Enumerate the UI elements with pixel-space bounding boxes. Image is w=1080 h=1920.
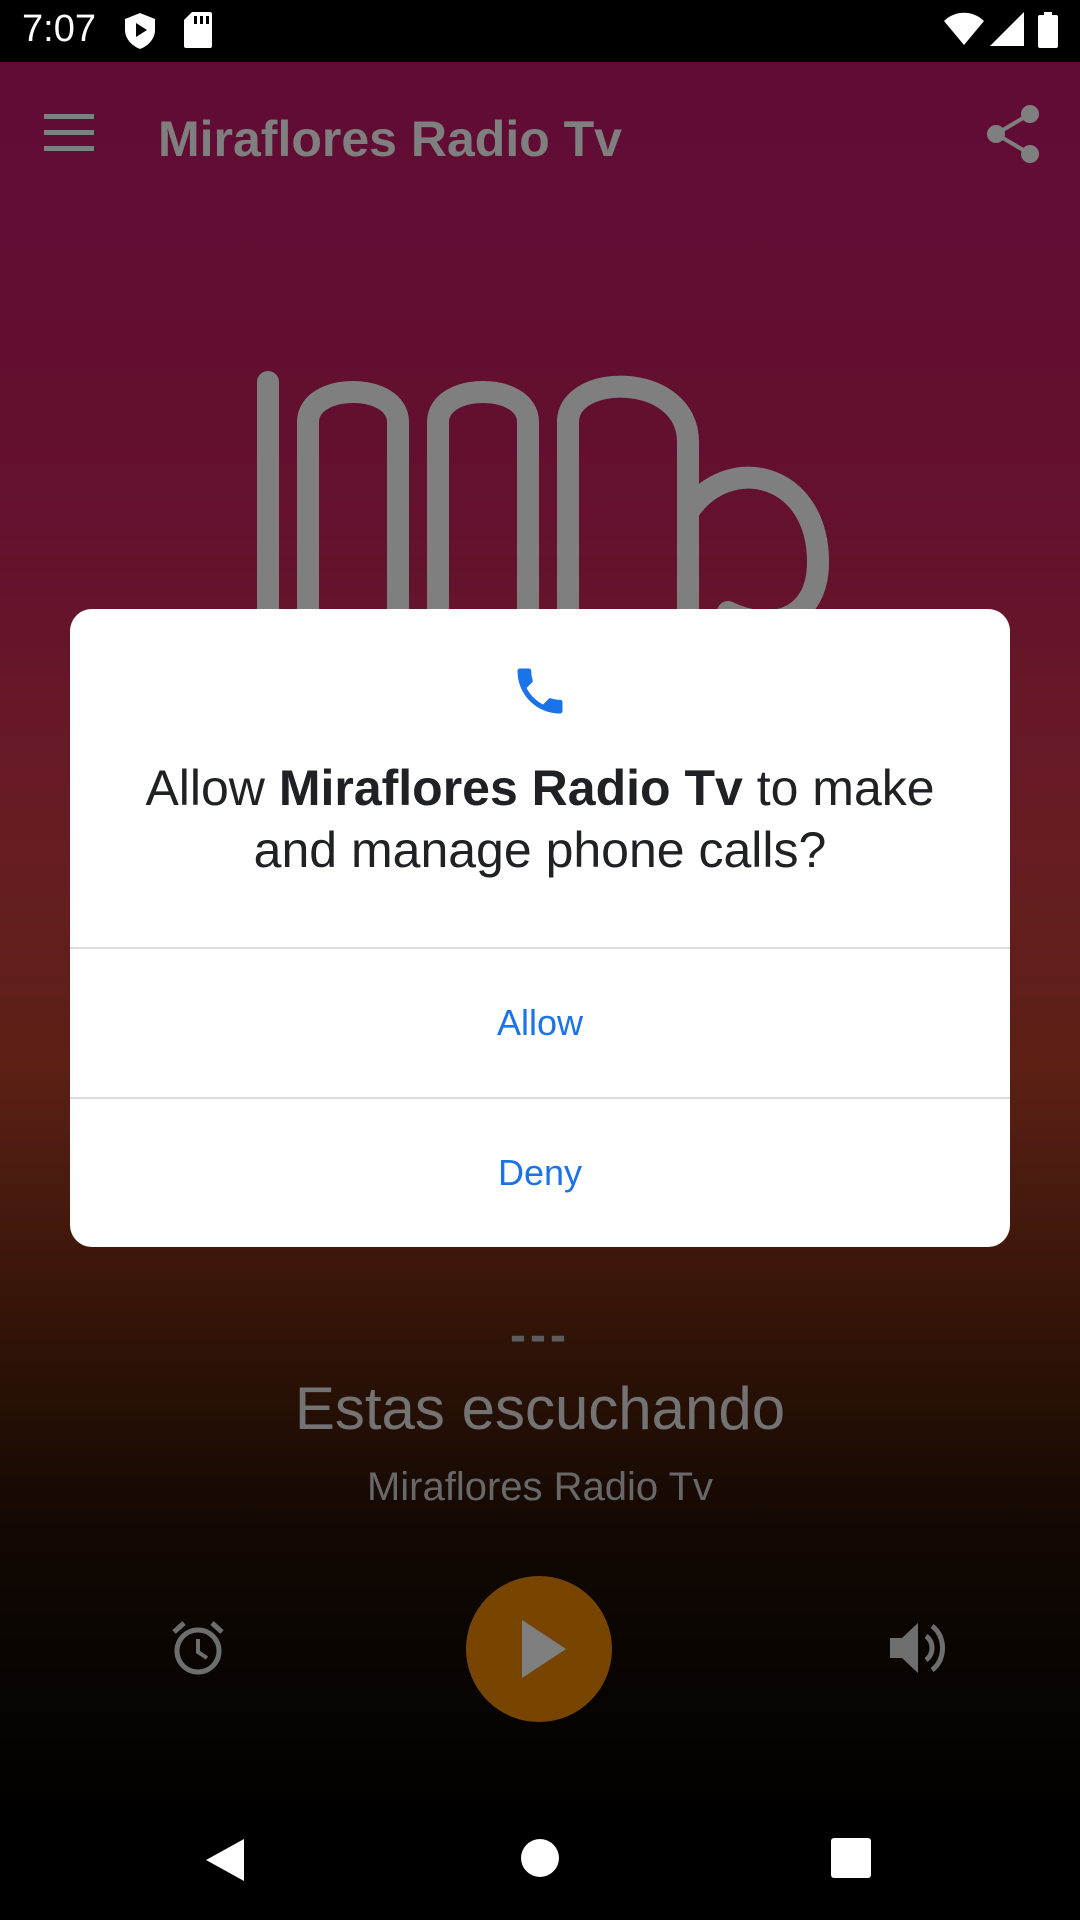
dialog-app-name: Miraflores Radio Tv [278, 760, 743, 816]
play-protect-icon [125, 13, 155, 49]
recents-icon[interactable] [830, 1837, 872, 1879]
battery-icon [1038, 12, 1058, 48]
deny-button[interactable]: Deny [70, 1099, 1010, 1247]
navigation-bar [0, 1800, 1080, 1920]
home-icon[interactable] [520, 1838, 560, 1878]
permission-dialog: Allow Miraflores Radio Tv to make and ma… [70, 609, 1010, 1247]
dialog-message-prefix: Allow [145, 760, 279, 816]
signal-icon [990, 12, 1024, 46]
dialog-message: Allow Miraflores Radio Tv to make and ma… [110, 757, 970, 881]
allow-button[interactable]: Allow [70, 949, 1010, 1097]
phone-icon [517, 668, 563, 714]
wifi-icon [944, 12, 984, 45]
status-bar: 7:07 [0, 0, 1080, 62]
status-time: 7:07 [22, 8, 96, 50]
back-icon[interactable] [202, 1837, 248, 1883]
sd-card-icon [184, 12, 212, 48]
